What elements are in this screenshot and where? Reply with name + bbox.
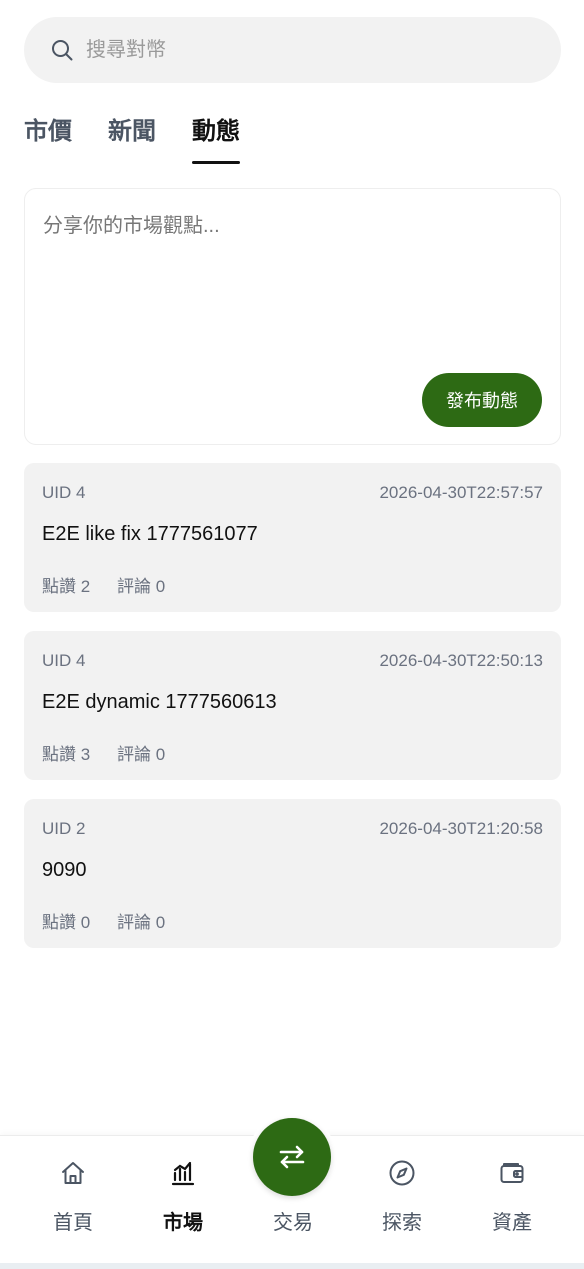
post-uid: UID 2 (42, 819, 86, 838)
tab-feed[interactable]: 動態 (192, 112, 240, 164)
post-card: UID 2 2026-04-30T21:20:58 9090 點讚 0 評論 0 (24, 799, 561, 948)
comment-button[interactable]: 評論 0 (117, 740, 165, 765)
post-timestamp: 2026-04-30T22:57:57 (379, 483, 543, 502)
like-button[interactable]: 點讚 2 (42, 572, 90, 597)
compass-icon (389, 1160, 415, 1186)
post-uid: UID 4 (42, 651, 86, 670)
tab-news[interactable]: 新聞 (108, 112, 156, 164)
market-chart-icon (171, 1161, 195, 1186)
nav-label: 資產 (492, 1212, 532, 1234)
bottom-edge (0, 1263, 584, 1269)
nav-item-home[interactable]: 首頁 (23, 1136, 123, 1264)
nav-label: 交易 (273, 1212, 313, 1234)
nav-label: 市場 (163, 1212, 203, 1234)
wallet-icon (500, 1163, 524, 1183)
tab-market-price[interactable]: 市價 (24, 112, 72, 164)
nav-label: 首頁 (53, 1212, 93, 1234)
post-uid: UID 4 (42, 483, 86, 502)
like-button[interactable]: 點讚 0 (42, 908, 90, 933)
publish-button[interactable]: 發布動態 (422, 373, 542, 427)
post-timestamp: 2026-04-30T22:50:13 (379, 651, 543, 670)
post-content: 9090 (42, 859, 87, 881)
post-timestamp: 2026-04-30T21:20:58 (379, 819, 543, 838)
post-content: E2E dynamic 1777560613 (42, 691, 277, 713)
swap-arrows-icon (279, 1145, 305, 1169)
post-card: UID 4 2026-04-30T22:57:57 E2E like fix 1… (24, 463, 561, 612)
trade-fab-button[interactable] (253, 1118, 331, 1196)
post-composer: 發布動態 (24, 188, 561, 445)
search-icon (52, 40, 73, 61)
comment-button[interactable]: 評論 0 (117, 908, 165, 933)
nav-item-market[interactable]: 市場 (133, 1136, 233, 1264)
nav-item-assets[interactable]: 資產 (462, 1136, 562, 1264)
search-bar[interactable] (24, 17, 561, 83)
search-input[interactable] (86, 38, 506, 62)
comment-button[interactable]: 評論 0 (117, 572, 165, 597)
post-content: E2E like fix 1777561077 (42, 523, 258, 545)
post-card: UID 4 2026-04-30T22:50:13 E2E dynamic 17… (24, 631, 561, 780)
tab-bar: 市價 新聞 動態 (24, 112, 276, 164)
nav-item-explore[interactable]: 探索 (352, 1136, 452, 1264)
nav-label: 探索 (382, 1212, 422, 1234)
feed-page: 市價 新聞 動態 發布動態 UID 4 2026-04-30T22:57:57 … (0, 0, 584, 1269)
post-input[interactable] (43, 209, 543, 359)
home-icon (62, 1162, 84, 1184)
like-button[interactable]: 點讚 3 (42, 740, 90, 765)
